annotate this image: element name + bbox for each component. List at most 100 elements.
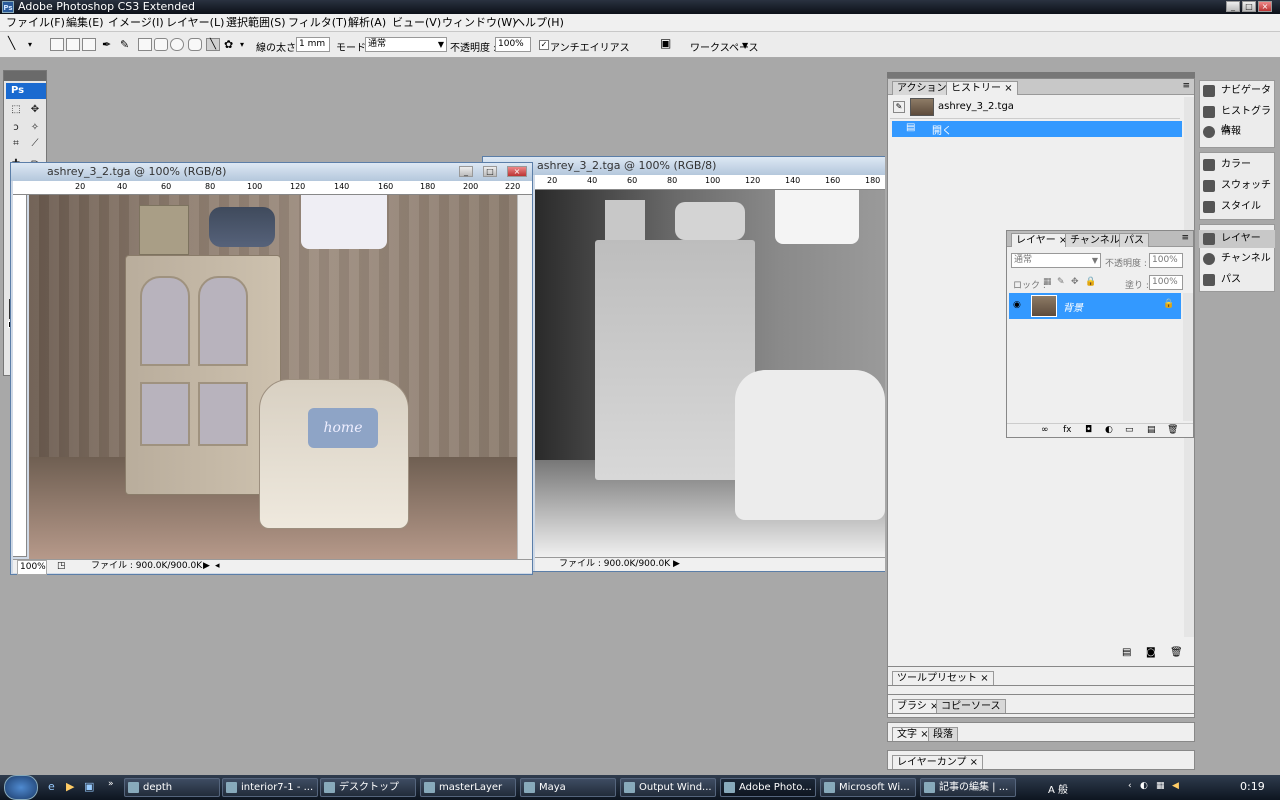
new-layer-icon[interactable]: ▤ xyxy=(1147,425,1156,435)
mode-select[interactable]: 通常 ▼ xyxy=(365,37,447,52)
tab-actions[interactable]: アクション xyxy=(892,81,952,95)
menu-image[interactable]: イメージ(I) xyxy=(108,14,164,32)
styles-button[interactable]: スタイル xyxy=(1199,198,1275,216)
media-quicklaunch-icon[interactable]: ▶ xyxy=(66,780,74,793)
new-group-icon[interactable]: ▭ xyxy=(1125,425,1134,435)
menu-edit[interactable]: 編集(E) xyxy=(66,14,104,32)
depth-image-canvas[interactable] xyxy=(535,190,885,557)
camera-icon[interactable]: ▣ xyxy=(660,36,674,50)
link-layers-icon[interactable]: ∞ xyxy=(1041,425,1049,435)
polygon-icon[interactable] xyxy=(188,38,202,51)
opacity-field[interactable]: 100% xyxy=(495,37,531,52)
pen-icon[interactable]: ✒ xyxy=(102,38,116,51)
zoom-level-field[interactable]: 100% xyxy=(17,560,47,575)
new-snapshot-icon[interactable]: ◙ xyxy=(1146,647,1156,658)
tab-history[interactable]: ヒストリー × xyxy=(946,81,1018,95)
close-button[interactable]: × xyxy=(1258,1,1272,12)
workspace-button[interactable]: ワークスペース xyxy=(690,39,759,54)
desktop-quicklaunch-icon[interactable]: ▣ xyxy=(84,780,94,793)
paths-button[interactable]: パス xyxy=(1199,271,1275,289)
stroke-width-field[interactable]: 1 mm xyxy=(296,37,330,52)
antialias-checkbox[interactable]: ✓ xyxy=(539,40,549,50)
image-canvas[interactable]: home xyxy=(29,195,517,559)
snapshot-brush-icon[interactable]: ✎ xyxy=(893,101,905,113)
trash-icon[interactable]: 🗑 xyxy=(1170,647,1183,658)
minimize-button[interactable]: _ xyxy=(1226,1,1240,12)
task-desktop[interactable]: デスクトップ xyxy=(320,778,416,797)
menu-layer[interactable]: レイヤー(L) xyxy=(166,14,224,32)
layers-button[interactable]: レイヤー xyxy=(1199,230,1275,248)
system-tray-icon[interactable]: ◐ xyxy=(1140,781,1148,791)
crop-tool-icon[interactable]: ⌗ xyxy=(9,137,23,151)
paths-icon[interactable] xyxy=(66,38,80,51)
task-depth[interactable]: depth xyxy=(124,778,220,797)
color-button[interactable]: カラー xyxy=(1199,156,1275,174)
histogram-button[interactable]: ヒストグラム xyxy=(1199,103,1275,135)
rectangle-icon[interactable] xyxy=(138,38,152,51)
tab-layers[interactable]: レイヤー × xyxy=(1011,233,1073,247)
doc-minimize-button[interactable]: _ xyxy=(459,166,473,177)
lasso-tool-icon[interactable]: ↄ xyxy=(9,121,23,135)
layer-row-background[interactable]: ◉ 背景 🔒 xyxy=(1009,293,1181,319)
maximize-button[interactable]: □ xyxy=(1242,1,1256,12)
panel-menu-icon[interactable]: ≡ xyxy=(1182,81,1190,91)
info-button[interactable]: 情報 xyxy=(1199,123,1275,141)
menu-file[interactable]: ファイル(F) xyxy=(6,14,65,32)
shape-options-dropdown[interactable]: ▾ xyxy=(240,40,254,53)
custom-shape-icon[interactable]: ✿ xyxy=(224,38,238,51)
menu-select[interactable]: 選択範囲(S) xyxy=(226,14,286,32)
adjustment-layer-icon[interactable]: ◐ xyxy=(1105,425,1113,435)
history-snapshot-row[interactable]: ✎ ashrey_3_2.tga xyxy=(890,97,1180,119)
status-menu-arrow-icon[interactable]: ▶ xyxy=(203,560,210,573)
close-icon[interactable]: × xyxy=(980,673,988,684)
toolbox-header[interactable] xyxy=(4,71,46,81)
tab-layer-comps[interactable]: レイヤーカンプ × xyxy=(892,755,983,769)
doc-maximize-button[interactable]: □ xyxy=(483,166,497,177)
start-button[interactable] xyxy=(4,775,38,800)
clock[interactable]: 0:19 xyxy=(1240,780,1265,793)
layer-opacity-field[interactable]: 100% xyxy=(1149,253,1183,268)
volume-icon[interactable]: ◀ xyxy=(1172,781,1179,791)
trash-icon[interactable]: 🗑 xyxy=(1167,425,1178,435)
task-maya[interactable]: Maya xyxy=(520,778,616,797)
document-title[interactable]: ashrey_3_2.tga @ 100% (RGB/8) xyxy=(483,157,885,175)
shape-layers-icon[interactable] xyxy=(50,38,64,51)
task-blog-edit[interactable]: 記事の編集 | ... xyxy=(920,778,1016,797)
new-document-icon[interactable]: ▤ xyxy=(1122,647,1131,658)
history-item-open[interactable]: ▤ 開く xyxy=(892,121,1182,137)
menu-analysis[interactable]: 解析(A) xyxy=(348,14,386,32)
task-masterlayer[interactable]: masterLayer xyxy=(420,778,516,797)
freeform-pen-icon[interactable]: ✎ xyxy=(120,38,134,51)
panel-menu-icon[interactable]: ≡ xyxy=(1181,233,1189,243)
status-menu-arrow-icon[interactable]: ▶ xyxy=(673,558,680,571)
browser-quicklaunch-icon[interactable]: e xyxy=(48,780,55,793)
tab-clone-source[interactable]: コピーソース xyxy=(936,699,1006,713)
tab-paths[interactable]: パス xyxy=(1119,233,1149,247)
network-icon[interactable]: ▦ xyxy=(1156,781,1165,791)
ime-indicator[interactable]: A 般 xyxy=(1048,781,1068,796)
magic-wand-icon[interactable]: ✧ xyxy=(28,121,42,135)
document-title[interactable]: ashrey_3_2.tga @ 100% (RGB/8) xyxy=(11,163,532,181)
quicklaunch-expand-icon[interactable]: » xyxy=(108,779,114,789)
line-shape-icon[interactable]: ╲ xyxy=(206,38,220,51)
task-interior[interactable]: interior7-1 - ... xyxy=(222,778,318,797)
horizontal-scroll-left-icon[interactable]: ◂ xyxy=(215,560,220,573)
ellipse-icon[interactable] xyxy=(170,38,184,51)
menu-window[interactable]: ウィンドウ(W) xyxy=(442,14,516,32)
fill-field[interactable]: 100% xyxy=(1149,275,1183,290)
menu-filter[interactable]: フィルタ(T) xyxy=(288,14,347,32)
slice-tool-icon[interactable]: ⟋ xyxy=(28,137,42,151)
tool-preset-dropdown[interactable]: ▾ xyxy=(28,40,42,53)
lock-all-icon[interactable]: 🔒 xyxy=(1085,277,1096,287)
lock-transparency-icon[interactable]: ▦ xyxy=(1043,277,1052,287)
lock-image-icon[interactable]: ✎ xyxy=(1057,277,1065,287)
lock-position-icon[interactable]: ✥ xyxy=(1071,277,1079,287)
close-icon[interactable]: × xyxy=(1004,83,1012,94)
layers-scrollbar[interactable] xyxy=(1183,293,1193,421)
swatches-button[interactable]: スウォッチ xyxy=(1199,177,1275,195)
blend-mode-select[interactable]: 通常 ▼ xyxy=(1011,253,1101,268)
tab-paragraph[interactable]: 段落 xyxy=(928,727,958,741)
menu-view[interactable]: ビュー(V) xyxy=(392,14,441,32)
channels-button[interactable]: チャンネル xyxy=(1199,250,1275,268)
eye-icon[interactable]: ◉ xyxy=(1013,300,1021,310)
